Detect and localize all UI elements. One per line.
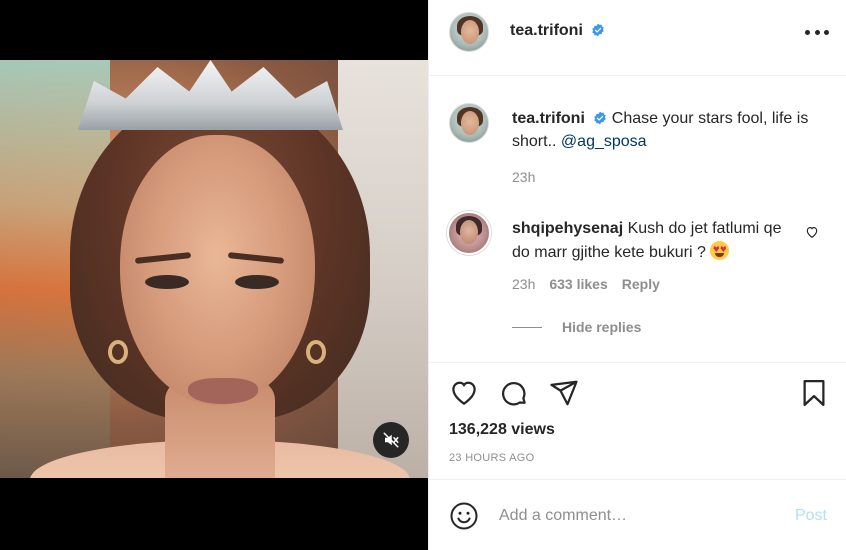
post-side-panel: tea.trifoni tea.trifoni Chase your stars… — [428, 0, 846, 550]
heart-eyes-emoji-icon — [710, 241, 730, 260]
post-video[interactable] — [0, 60, 428, 478]
hide-replies-button[interactable]: Hide replies — [512, 319, 641, 335]
emoji-picker-button[interactable] — [449, 501, 479, 536]
view-count[interactable]: 136,228 views — [449, 421, 555, 439]
smiley-icon — [450, 502, 478, 530]
media-panel — [0, 0, 428, 550]
caption-mention[interactable]: @ag_sposa — [561, 133, 647, 150]
caption-time[interactable]: 23h — [512, 169, 535, 185]
caption-avatar[interactable] — [449, 103, 489, 143]
heart-icon — [806, 227, 818, 238]
share-button[interactable] — [549, 378, 579, 413]
verified-icon — [594, 111, 607, 125]
comment-avatar[interactable] — [447, 211, 491, 255]
comment-icon — [502, 381, 526, 406]
caption: tea.trifoni Chase your stars fool, life … — [512, 107, 822, 153]
save-button[interactable] — [799, 378, 829, 413]
reply-button[interactable]: Reply — [622, 276, 660, 292]
add-comment-bar: Post — [429, 481, 846, 550]
verified-icon — [592, 23, 605, 37]
post-button[interactable]: Post — [795, 507, 827, 525]
save-icon — [803, 380, 825, 406]
header-username[interactable]: tea.trifoni — [510, 22, 605, 40]
post-actions: 136,228 views 23 HOURS AGO — [429, 364, 846, 480]
more-options-icon[interactable] — [805, 22, 829, 42]
comments-section: tea.trifoni Chase your stars fool, life … — [429, 77, 846, 363]
post-timestamp[interactable]: 23 HOURS AGO — [449, 452, 535, 464]
comment-time[interactable]: 23h — [512, 276, 535, 292]
avatar[interactable] — [449, 12, 489, 52]
comment: shqipehysenaj Kush do jet fatlumi qe do … — [512, 217, 792, 265]
comment-meta: 23h 633 likes Reply — [512, 276, 660, 292]
post-header: tea.trifoni — [429, 0, 846, 76]
caption-username[interactable]: tea.trifoni — [512, 110, 585, 127]
crown — [78, 60, 343, 130]
comment-input[interactable] — [499, 499, 779, 533]
comment-like-button[interactable] — [805, 225, 819, 244]
comment-button[interactable] — [499, 378, 529, 413]
share-icon — [550, 380, 578, 406]
mute-button[interactable] — [373, 422, 409, 458]
comment-likes[interactable]: 633 likes — [549, 276, 607, 292]
heart-icon — [452, 381, 476, 405]
comment-username[interactable]: shqipehysenaj — [512, 220, 623, 237]
like-button[interactable] — [449, 378, 479, 413]
mute-icon — [383, 432, 399, 448]
hide-replies-label: Hide replies — [562, 319, 642, 335]
